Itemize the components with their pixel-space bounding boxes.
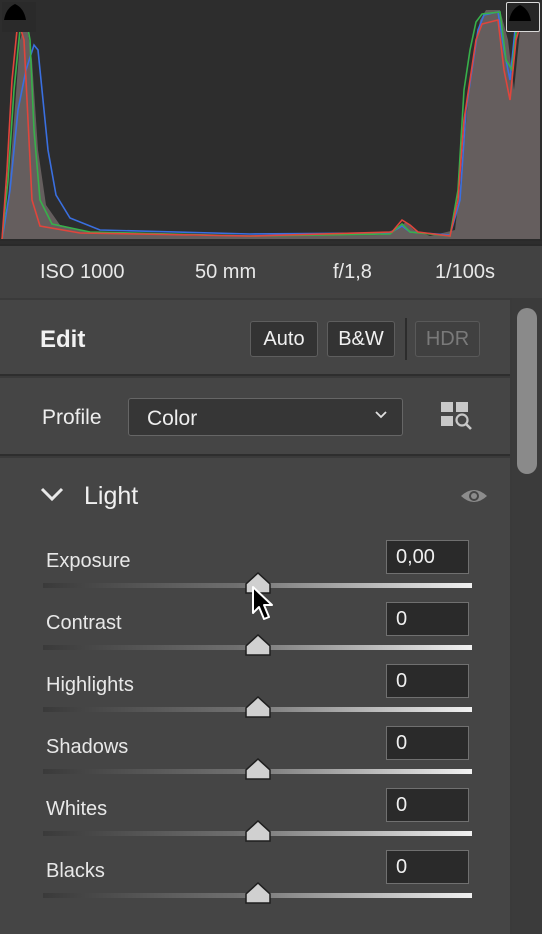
profile-browser-icon[interactable] <box>440 400 474 432</box>
mouse-cursor-icon <box>252 586 273 620</box>
blacks-slider-thumb[interactable] <box>244 881 272 905</box>
focal-length-value: 50 mm <box>195 261 257 283</box>
shadows-slider-thumb[interactable] <box>244 757 272 781</box>
aperture-value: f/1,8 <box>333 261 372 283</box>
edit-title: Edit <box>40 326 86 353</box>
toolbar-divider <box>405 318 407 360</box>
profile-section: Profile Color <box>0 378 510 456</box>
histogram-graph <box>0 9 542 241</box>
eye-icon[interactable] <box>459 486 489 506</box>
hdr-button[interactable]: HDR <box>415 321 480 357</box>
profile-select-value: Color <box>147 407 198 430</box>
shadows-slider-row: Shadows 0 <box>0 726 510 788</box>
auto-button[interactable]: Auto <box>250 321 318 357</box>
blacks-label: Blacks <box>46 860 105 882</box>
shadow-clipping-button[interactable] <box>2 2 36 32</box>
shutter-speed-value: 1/100s <box>435 261 496 283</box>
contrast-value-field[interactable]: 0 <box>386 602 469 636</box>
blacks-value-field[interactable]: 0 <box>386 850 469 884</box>
bw-button[interactable]: B&W <box>327 321 395 357</box>
whites-slider-thumb[interactable] <box>244 819 272 843</box>
blacks-slider-row: Blacks 0 <box>0 850 510 912</box>
edit-header: Edit Auto B&W HDR <box>0 300 510 376</box>
profile-select[interactable]: Color <box>128 398 403 436</box>
whites-value-field[interactable]: 0 <box>386 788 469 822</box>
highlights-value-field[interactable]: 0 <box>386 664 469 698</box>
exposure-value-field[interactable]: 0,00 <box>386 540 469 574</box>
contrast-slider-thumb[interactable] <box>244 633 272 657</box>
shadows-value-field[interactable]: 0 <box>386 726 469 760</box>
shadows-label: Shadows <box>46 736 129 758</box>
whites-label: Whites <box>46 798 108 820</box>
iso-value: ISO 1000 <box>40 261 125 283</box>
chevron-down-icon[interactable] <box>40 486 64 502</box>
light-section-title[interactable]: Light <box>84 482 138 511</box>
camera-info-bar: ISO 1000 50 mm f/1,8 1/100s <box>0 244 542 298</box>
highlight-clipping-button[interactable] <box>506 2 540 32</box>
panel-scrollbar[interactable] <box>512 298 542 934</box>
highlights-slider-thumb[interactable] <box>244 695 272 719</box>
highlights-slider-row: Highlights 0 <box>0 664 510 726</box>
shadow-clipping-warning-icon <box>4 4 26 20</box>
chevron-down-icon <box>375 411 387 419</box>
light-section: Light Exposure 0,00 Contrast 0 Highlights 0 Sh… <box>0 458 510 934</box>
highlight-clipping-warning-icon <box>509 5 531 21</box>
profile-label: Profile <box>42 406 102 429</box>
whites-slider-row: Whites 0 <box>0 788 510 850</box>
exposure-label: Exposure <box>46 550 131 572</box>
histogram[interactable] <box>0 0 542 244</box>
scrollbar-thumb[interactable] <box>517 308 537 474</box>
contrast-label: Contrast <box>46 612 122 634</box>
highlights-label: Highlights <box>46 674 134 696</box>
